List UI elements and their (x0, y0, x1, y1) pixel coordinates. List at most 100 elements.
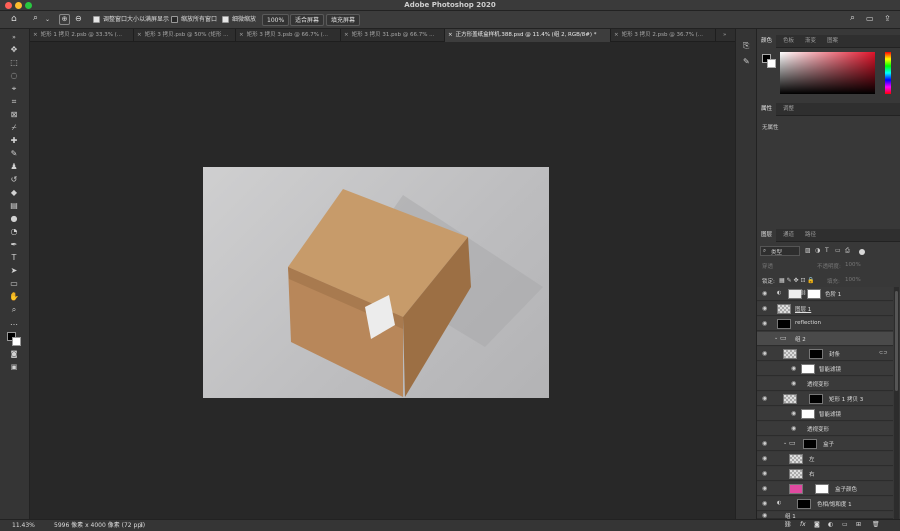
hue-slider[interactable] (885, 52, 891, 94)
eye-icon[interactable]: ◉ (762, 512, 767, 519)
zoom-in-icon[interactable]: ⊕ (59, 14, 70, 25)
quick-select-tool-icon[interactable]: ⌖ (8, 83, 20, 94)
more-tools-icon[interactable]: … (8, 317, 20, 328)
layer-row[interactable]: ◉ 组 1 (757, 512, 893, 520)
eye-icon[interactable]: ◉ (762, 500, 767, 507)
zoom-tool-panel-icon[interactable]: ⌕ (8, 304, 20, 315)
tab-document-4[interactable]: × 矩形 3 拷贝 31.psb @ 66.7% ... (341, 29, 445, 42)
layer-row[interactable]: ◉ 右 (757, 467, 893, 481)
tab-channels[interactable]: 通道 (779, 229, 798, 242)
frame-tool-icon[interactable]: ⊠ (8, 109, 20, 120)
background-color-swatch[interactable] (12, 337, 21, 346)
delete-layer-icon[interactable]: 🗑 (872, 520, 880, 530)
lock-pixels-icon[interactable]: ▦ ✎ ✥ ⊡ 🔒 (779, 277, 815, 284)
eye-icon[interactable]: ◉ (791, 410, 796, 417)
opacity-value[interactable]: 100% (845, 262, 861, 268)
layer-filter-dropdown[interactable]: ⌕ 类型 (760, 246, 800, 256)
eye-icon[interactable]: ◉ (791, 425, 796, 432)
layer-row[interactable]: ◉ ⌄ ▭ 盒子 (757, 437, 893, 451)
layer-row-selected[interactable]: ⌄ ▭ 组 2 (757, 332, 893, 346)
fill-value[interactable]: 100% (845, 277, 861, 283)
pen-tool-icon[interactable]: ✒ (8, 239, 20, 250)
zoom-level[interactable]: 11.43% (12, 521, 35, 531)
tab-document-2[interactable]: × 矩形 3 拷贝.psb @ 50% (矩形 ... (134, 29, 236, 42)
eye-icon[interactable]: ◉ (762, 440, 767, 447)
tab-paths[interactable]: 路径 (801, 229, 820, 242)
search-icon[interactable]: ⌕ (850, 13, 855, 23)
filter-smart-object-icon[interactable]: ⎙ (845, 247, 850, 255)
layer-row[interactable]: ◉ 智能滤镜 (757, 407, 893, 421)
layer-row[interactable]: ◉ 图层 1 (757, 302, 893, 316)
tab-adjustments[interactable]: 调整 (779, 103, 798, 116)
blur-tool-icon[interactable]: ● (8, 213, 20, 224)
tab-gradients[interactable]: 渐变 (801, 35, 820, 48)
tab-layers[interactable]: 图层 (757, 229, 777, 242)
healing-brush-tool-icon[interactable]: ✚ (8, 135, 20, 146)
document-image[interactable] (203, 167, 549, 398)
fill-screen-button[interactable]: 填充屏幕 (326, 14, 361, 26)
layer-row[interactable]: ◉ ◐ 色相/饱和度 1 (757, 497, 893, 511)
close-icon[interactable]: × (137, 32, 142, 38)
tab-color[interactable]: 颜色 (757, 35, 777, 48)
eyedropper-tool-icon[interactable]: ⌿ (8, 122, 20, 133)
new-layer-icon[interactable]: ⊞ (856, 520, 861, 530)
color-background-swatch[interactable] (767, 59, 776, 68)
crop-tool-icon[interactable]: ⌗ (8, 96, 20, 107)
fx-button[interactable]: fx (800, 520, 806, 530)
eye-icon[interactable]: ◉ (762, 350, 767, 357)
layer-row[interactable]: ◉ 透视变形 (757, 377, 893, 391)
filter-type-icon[interactable]: T (825, 247, 829, 254)
status-menu-arrow[interactable]: ) (140, 521, 142, 531)
history-panel-icon[interactable]: ⎘ (743, 41, 749, 51)
fit-screen-button[interactable]: 适合屏幕 (290, 14, 325, 26)
layers-scrollbar[interactable] (894, 287, 899, 519)
close-icon[interactable]: × (614, 32, 619, 38)
path-select-tool-icon[interactable]: ➤ (8, 265, 20, 276)
color-picker-field[interactable] (780, 52, 875, 94)
zoom-100-button[interactable]: 100% (262, 14, 290, 26)
layer-row[interactable]: ◉ 智能滤镜 (757, 362, 893, 376)
eye-icon[interactable]: ◉ (762, 455, 767, 462)
tab-patterns[interactable]: 图案 (823, 35, 842, 48)
tab-overflow-icon[interactable]: » (720, 29, 735, 42)
layer-row[interactable]: ◉ 透视变形 (757, 422, 893, 436)
scrollbar-thumb[interactable] (895, 291, 898, 391)
filter-shape-icon[interactable]: ▭ (835, 247, 841, 254)
eye-icon[interactable]: ◉ (762, 470, 767, 477)
layer-row[interactable]: ◉ 封条 ⊂⊃ (757, 347, 893, 361)
home-icon[interactable]: ⌂ (11, 14, 17, 24)
eraser-tool-icon[interactable]: ◆ (8, 187, 20, 198)
eye-icon[interactable]: ◉ (791, 380, 796, 387)
eye-icon[interactable]: ◉ (762, 320, 767, 327)
eye-icon[interactable]: ◉ (762, 395, 767, 402)
zoom-out-icon[interactable]: ⊖ (75, 14, 82, 24)
link-layers-icon[interactable]: ⛓ (784, 520, 792, 530)
resize-windows-checkbox[interactable] (93, 16, 100, 23)
type-tool-icon[interactable]: T (8, 252, 20, 263)
tab-properties[interactable]: 属性 (757, 103, 777, 116)
tab-document-active[interactable]: × 正方形盖纸盒样机.388.psd @ 11.4% (组 2, RGB/8#) … (445, 29, 611, 42)
eye-icon[interactable]: ◉ (791, 365, 796, 372)
eye-icon[interactable]: ◉ (762, 485, 767, 492)
eye-icon[interactable]: ◉ (762, 290, 767, 297)
new-group-icon[interactable]: ▭ (842, 520, 848, 530)
brush-tool-icon[interactable]: ✎ (8, 148, 20, 159)
filter-adjustment-icon[interactable]: ◑ (815, 247, 820, 254)
add-mask-icon[interactable]: ◙ (814, 520, 820, 530)
screen-mode-icon[interactable]: ▣ (8, 362, 20, 373)
layer-row[interactable]: ◉ 矩形 1 拷贝 3 (757, 392, 893, 406)
chevron-down-icon[interactable]: ⌄ (774, 335, 778, 341)
filter-toggle-icon[interactable] (859, 249, 865, 255)
filter-pixel-icon[interactable]: ▨ (805, 247, 811, 254)
hand-tool-icon[interactable]: ✋ (8, 291, 20, 302)
scrubby-zoom-checkbox[interactable] (222, 16, 229, 23)
rectangle-tool-icon[interactable]: ▭ (8, 278, 20, 289)
layer-row[interactable]: ◉ 盒子颜色 (757, 482, 893, 496)
dodge-tool-icon[interactable]: ◔ (8, 226, 20, 237)
history-brush-tool-icon[interactable]: ↺ (8, 174, 20, 185)
new-adjustment-icon[interactable]: ◐ (828, 520, 833, 530)
close-icon[interactable]: × (344, 32, 349, 38)
marquee-tool-icon[interactable]: ⬚ (8, 57, 20, 68)
brush-panel-icon[interactable]: ✎ (743, 57, 750, 66)
layer-row[interactable]: ◉ reflection (757, 317, 893, 331)
